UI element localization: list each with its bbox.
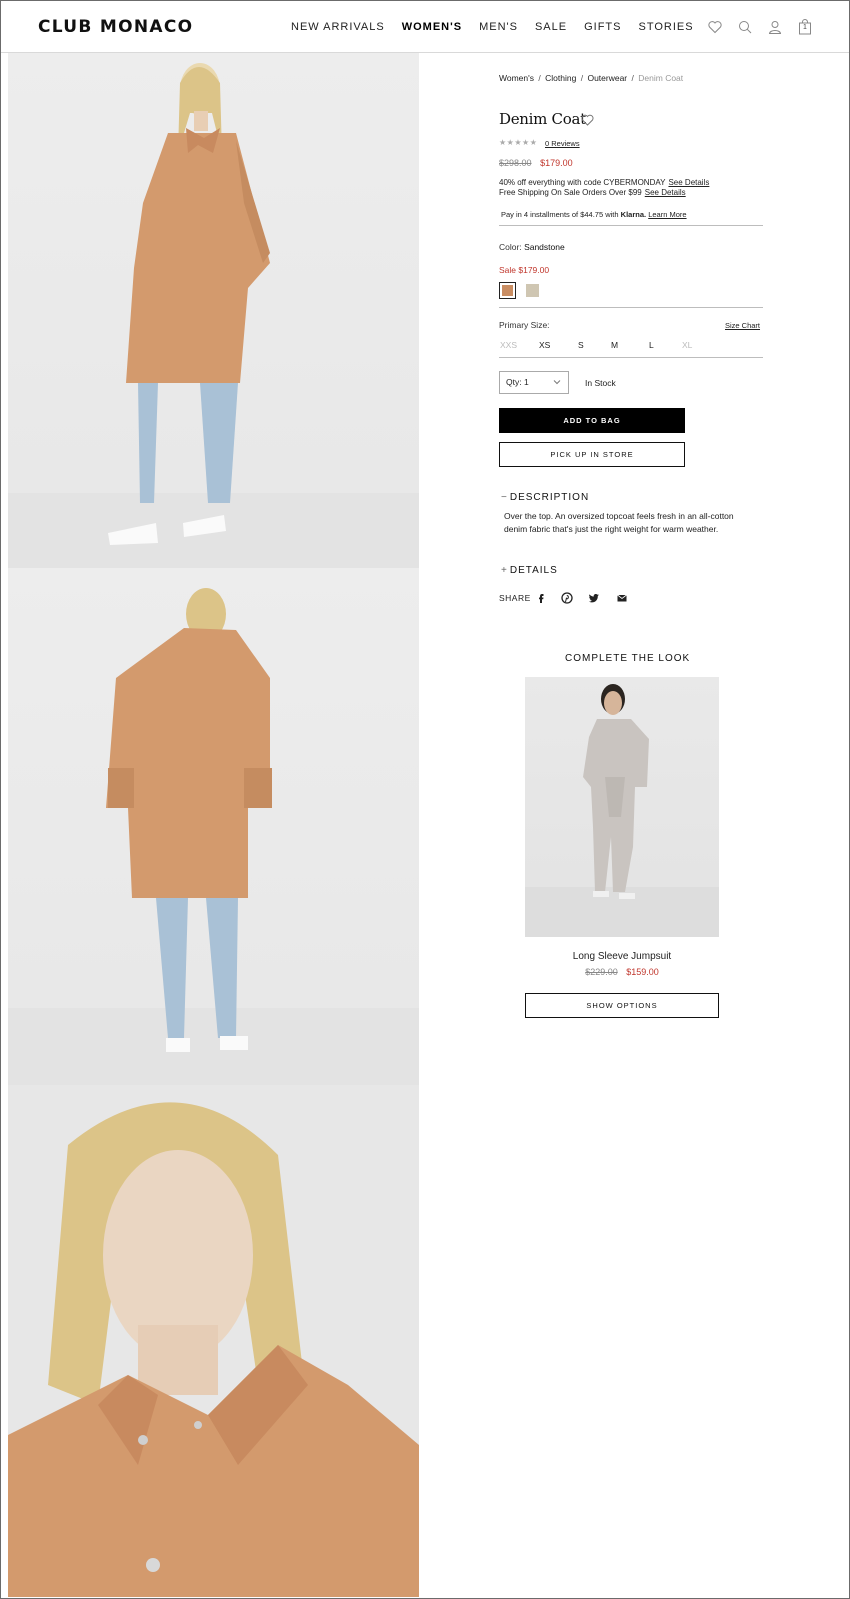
- details-heading: DETAILS: [509, 565, 558, 576]
- shipping-text: Free Shipping On Sale Orders Over $99: [499, 187, 642, 197]
- quantity-value: Qty: 1: [506, 377, 529, 387]
- divider: [499, 357, 763, 358]
- promo-text: 40% off everything with code CYBERMONDAY: [499, 178, 666, 187]
- divider: [499, 307, 763, 308]
- color-label-text: Color:: [499, 242, 522, 252]
- size-chart-link[interactable]: Size Chart: [725, 321, 760, 330]
- jumpsuit-sale-price: $159.00: [626, 967, 659, 977]
- jumpsuit-price: $229.00 $159.00: [525, 967, 719, 977]
- color-sale-price: Sale $179.00: [499, 265, 550, 275]
- product-price: $298.00 $179.00: [499, 158, 573, 168]
- expand-icon: +: [501, 565, 508, 576]
- nav-womens[interactable]: WOMEN'S: [402, 21, 462, 33]
- sale-price: $179.00: [540, 158, 573, 168]
- share-label: SHARE: [499, 593, 531, 603]
- email-icon[interactable]: [616, 592, 628, 604]
- size-xxs: XXS: [500, 340, 518, 350]
- club-monaco-logo[interactable]: CLUB MONACO: [38, 17, 193, 37]
- reviews-link[interactable]: 0 Reviews: [545, 139, 580, 148]
- breadcrumb: Women's / Clothing / Outerwear / Denim C…: [499, 73, 683, 83]
- jumpsuit-image[interactable]: [525, 677, 719, 937]
- stock-status: In Stock: [585, 378, 616, 388]
- header-icons: 1: [707, 19, 827, 35]
- nav-new-arrivals[interactable]: NEW ARRIVALS: [291, 21, 385, 33]
- original-price: $298.00: [499, 158, 532, 168]
- wishlist-heart-icon[interactable]: [581, 114, 594, 126]
- klarna-logo: Klarna.: [620, 210, 647, 219]
- nav-stories[interactable]: STORIES: [638, 21, 693, 33]
- breadcrumb-separator: /: [538, 73, 541, 83]
- main-nav: NEW ARRIVALS WOMEN'S MEN'S SALE GIFTS ST…: [291, 21, 711, 33]
- size-xs[interactable]: XS: [539, 340, 550, 350]
- twitter-icon[interactable]: [588, 592, 600, 604]
- details-toggle[interactable]: + DETAILS: [501, 565, 558, 576]
- size-xl: XL: [682, 340, 693, 350]
- size-l[interactable]: L: [649, 340, 654, 350]
- pick-up-in-store-button[interactable]: PICK UP IN STORE: [499, 442, 685, 467]
- size-s[interactable]: S: [578, 340, 584, 350]
- complete-the-look-heading: COMPLETE THE LOOK: [565, 653, 691, 664]
- size-label: Primary Size:: [499, 320, 550, 330]
- promo-messages: 40% off everything with code CYBERMONDAY…: [499, 178, 709, 197]
- add-to-bag-button[interactable]: ADD TO BAG: [499, 408, 685, 433]
- klarna-message: Pay in 4 installments of $44.75 with Kla…: [501, 210, 687, 219]
- search-icon[interactable]: [737, 19, 753, 35]
- nav-mens[interactable]: MEN'S: [479, 21, 518, 33]
- rating-stars: ★★★★★: [499, 138, 538, 147]
- see-details-link[interactable]: See Details: [668, 178, 709, 187]
- breadcrumb-clothing[interactable]: Clothing: [545, 73, 576, 83]
- divider: [499, 225, 763, 226]
- bag-count: 1: [803, 24, 807, 31]
- description-heading: DESCRIPTION: [509, 492, 590, 503]
- heart-icon[interactable]: [707, 19, 723, 35]
- nav-sale[interactable]: SALE: [535, 21, 567, 33]
- breadcrumb-womens[interactable]: Women's: [499, 73, 534, 83]
- see-details-link[interactable]: See Details: [645, 188, 686, 197]
- jumpsuit-original-price: $229.00: [585, 967, 618, 977]
- product-image-front[interactable]: [8, 53, 419, 568]
- description-toggle[interactable]: − DESCRIPTION: [501, 492, 589, 503]
- klarna-text: Pay in 4 installments of $44.75 with: [501, 210, 619, 219]
- show-options-button[interactable]: SHOW OPTIONS: [525, 993, 719, 1018]
- account-icon[interactable]: [767, 19, 783, 35]
- learn-more-link[interactable]: Learn More: [648, 210, 686, 219]
- size-m[interactable]: M: [611, 340, 618, 350]
- product-image-detail[interactable]: [8, 1085, 419, 1597]
- product-title: Denim Coat: [499, 110, 586, 128]
- breadcrumb-separator: /: [631, 73, 634, 83]
- collapse-icon: −: [501, 492, 508, 503]
- color-label: Color: Sandstone: [499, 242, 565, 252]
- chevron-down-icon: [553, 380, 561, 385]
- pinterest-icon[interactable]: [561, 592, 573, 604]
- breadcrumb-current: Denim Coat: [638, 73, 684, 83]
- site-header: CLUB MONACO NEW ARRIVALS WOMEN'S MEN'S S…: [1, 1, 849, 53]
- swatch-light[interactable]: [524, 282, 541, 299]
- breadcrumb-outerwear[interactable]: Outerwear: [587, 73, 627, 83]
- quantity-select[interactable]: Qty: 1: [499, 371, 569, 394]
- jumpsuit-name[interactable]: Long Sleeve Jumpsuit: [525, 951, 719, 962]
- swatch-sandstone[interactable]: [499, 282, 516, 299]
- facebook-icon[interactable]: [535, 592, 547, 604]
- nav-gifts[interactable]: GIFTS: [584, 21, 621, 33]
- color-value: Sandstone: [524, 242, 565, 252]
- breadcrumb-separator: /: [580, 73, 584, 83]
- bag-icon[interactable]: 1: [797, 19, 813, 35]
- product-image-back[interactable]: [8, 568, 419, 1085]
- description-text: Over the top. An oversized topcoat feels…: [504, 511, 734, 534]
